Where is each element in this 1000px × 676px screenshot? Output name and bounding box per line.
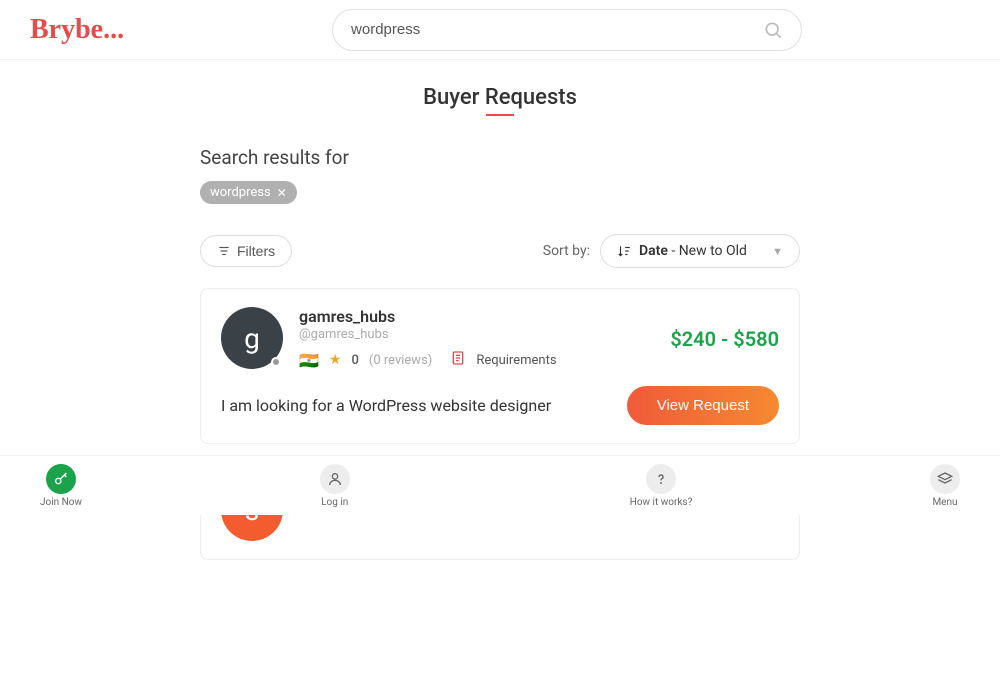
sort-select[interactable]: Date - New to Old ▼ (600, 234, 800, 268)
sort-label: Sort by: (543, 243, 590, 259)
nav-label: How it works? (630, 497, 693, 508)
nav-join-now[interactable]: Join Now (40, 464, 82, 508)
avatar-letter: g (244, 322, 260, 355)
view-request-button[interactable]: View Request (627, 386, 779, 425)
avatar[interactable]: g (221, 307, 283, 369)
close-icon[interactable]: ✕ (277, 186, 287, 200)
user-icon (320, 464, 350, 494)
search-box[interactable] (332, 9, 802, 51)
rating: 0 (351, 353, 358, 368)
search-results-label: Search results for (200, 146, 800, 169)
requirements-label[interactable]: Requirements (476, 353, 556, 368)
reviews-count: (0 reviews) (369, 353, 432, 368)
filters-button[interactable]: Filters (200, 235, 292, 267)
price: $240 - $580 (670, 327, 779, 351)
sort-value: Date - New to Old (639, 243, 764, 259)
nav-login[interactable]: Log in (320, 464, 350, 508)
filters-icon (217, 244, 231, 258)
title-underline (486, 114, 514, 116)
logo[interactable]: Brybe... (30, 14, 124, 46)
search-input[interactable] (351, 21, 763, 38)
search-tag[interactable]: wordpress ✕ (200, 181, 297, 204)
status-dot (271, 357, 281, 367)
nav-label: Log in (321, 497, 348, 508)
layers-icon (930, 464, 960, 494)
key-icon (46, 464, 76, 494)
search-icon (763, 20, 783, 40)
request-card: g gamres_hubs @gamres_hubs 🇮🇳 ★ 0 (0 rev… (200, 288, 800, 444)
nav-label: Join Now (40, 497, 82, 508)
request-description: I am looking for a WordPress website des… (221, 396, 551, 415)
question-icon (646, 464, 676, 494)
flag-icon: 🇮🇳 (299, 351, 319, 370)
username[interactable]: gamres_hubs (299, 307, 670, 326)
nav-label: Menu (932, 497, 957, 508)
tag-text: wordpress (210, 185, 271, 200)
nav-menu[interactable]: Menu (930, 464, 960, 508)
nav-how-it-works[interactable]: How it works? (630, 464, 693, 508)
sort-icon (617, 244, 631, 258)
requirements-icon (450, 350, 466, 370)
chevron-down-icon: ▼ (772, 245, 783, 258)
filters-label: Filters (237, 243, 275, 259)
star-icon: ★ (329, 352, 342, 368)
user-handle: @gamres_hubs (299, 327, 670, 342)
page-title: Buyer Requests (200, 85, 800, 110)
